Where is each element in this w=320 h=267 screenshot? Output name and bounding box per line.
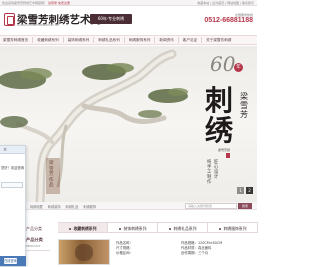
divider — [26, 250, 50, 251]
hotline-number: 0512-66881188 — [204, 17, 253, 24]
bullet-icon — [118, 228, 121, 230]
chat-input[interactable] — [1, 182, 23, 188]
site-header: 梁雪芳刺绣艺术网 LIANGXUEFANG EMBROIDERY ART 60年… — [0, 6, 257, 35]
search-button[interactable]: 搜索 — [238, 203, 252, 209]
nav-item-home[interactable]: 梁雪芳刺绣首页 — [0, 37, 34, 43]
banner-page-2[interactable]: 2 — [246, 187, 253, 194]
nav-item-news[interactable]: 新闻资讯 — [155, 37, 179, 43]
banner-title: 刺绣 — [204, 84, 233, 147]
hero-banner[interactable]: 60 年 刺绣 梁雪芳 梁雪芳题 匠心设计 纯手工制作 梁雪芳作品 1 2 — [0, 46, 257, 202]
bullet-icon — [218, 228, 221, 230]
welcome-message: 欢迎来到梁雪芳刺绣艺术网官网！ — [2, 1, 48, 5]
sidebar-title: 产品分类 — [26, 237, 43, 242]
product-info-col-2: 作品规格：120CM×80CM 作品材质：真丝面料 创作周期：三个月 — [181, 241, 222, 256]
main-nav: 梁雪芳刺绣首页 收藏刺绣系列 装饰刺绣系列 刺绣礼品系列 刺绣服饰系列 新闻资讯… — [0, 35, 257, 45]
chat-popup: × 您好！欢迎咨询 在线咨询 — [0, 145, 26, 267]
top-links[interactable]: 收藏本站 | 设为首页 | 网站地图 | 联系我们 — [197, 1, 254, 5]
login-link[interactable]: 请登录 — [48, 1, 57, 5]
bullet-icon — [168, 228, 171, 230]
banner-caption: 梁雪芳作品 — [49, 161, 54, 188]
welcome-text: 欢迎来到梁雪芳刺绣艺术网官网！ 请登录 免费注册 — [2, 1, 70, 5]
banner-60-number: 60 — [210, 52, 236, 76]
product-section: 产品分类 PRODUCT 作品名称： 尺寸规格： 价格区间： 作品规格：120C… — [26, 235, 257, 267]
tab-collection[interactable]: 收藏刺绣系列 — [58, 222, 108, 233]
product-info-col-1: 作品名称： 尺寸规格： 价格区间： — [116, 241, 133, 256]
chat-popup-footer: 在线咨询 — [0, 256, 26, 266]
product-info-line: 价格区间： — [116, 251, 133, 255]
category-bar: 产品分类 收藏刺绣系列 装饰刺绣系列 刺绣礼品系列 刺绣服饰系列 — [0, 222, 258, 233]
banner-vertical-text-2: 纯手工制作 — [207, 160, 212, 185]
banner-artist-name: 梁雪芳 — [240, 92, 248, 119]
nav-item-decoration[interactable]: 装饰刺绣系列 — [64, 37, 95, 43]
tab-gifts[interactable]: 刺绣礼品系列 — [158, 222, 208, 233]
tab-label: 刺绣服饰系列 — [223, 226, 247, 231]
banner-signature: 梁雪芳题 — [218, 148, 231, 152]
category-tabs: 收藏刺绣系列 装饰刺绣系列 刺绣礼品系列 刺绣服饰系列 — [58, 222, 258, 233]
product-info-line: 创作周期：三个月 — [181, 251, 209, 255]
product-thumbnail[interactable] — [58, 239, 110, 265]
tab-apparel[interactable]: 刺绣服饰系列 — [208, 222, 258, 233]
logo-seal-icon — [4, 13, 15, 26]
chat-popup-text: 您好！欢迎咨询 — [1, 166, 25, 170]
search-input[interactable]: 请输入关键词搜索 — [185, 203, 237, 209]
tab-label: 刺绣礼品系列 — [173, 226, 197, 231]
nav-item-gifts[interactable]: 刺绣礼品系列 — [94, 37, 125, 43]
nav-item-collection[interactable]: 收藏刺绣系列 — [33, 37, 64, 43]
banner-pager: 1 2 — [237, 187, 253, 194]
hotline-block: 全国服务热线 0512-66881188 — [204, 13, 253, 24]
sidebar-subtitle: PRODUCT — [26, 244, 41, 248]
chat-consult-button[interactable]: 在线咨询 — [4, 258, 17, 264]
category-label: 产品分类 — [26, 226, 42, 231]
nav-item-testimonials[interactable]: 客户见证 — [179, 37, 203, 43]
close-icon[interactable]: × — [3, 147, 7, 153]
header-slogan: 60年·专业刺绣 — [90, 14, 132, 24]
nav-item-apparel[interactable]: 刺绣服饰系列 — [125, 37, 156, 43]
nav-item-about[interactable]: 关于梁雪芳刺绣 — [202, 37, 235, 43]
tab-decoration[interactable]: 装饰刺绣系列 — [108, 222, 158, 233]
tab-label: 收藏刺绣系列 — [73, 226, 97, 231]
logo-subtext: LIANGXUEFANG EMBROIDERY ART — [17, 24, 60, 27]
secondary-bar: 刺绣收藏 刺绣装饰 刺绣礼品 刺绣服饰 请输入关键词搜索 搜索 — [0, 202, 257, 210]
bullet-icon — [68, 228, 71, 230]
site-logo[interactable]: 梁雪芳刺绣艺术网 LIANGXUEFANG EMBROIDERY ART — [3, 10, 101, 29]
banner-page-1[interactable]: 1 — [237, 187, 244, 194]
register-link[interactable]: 免费注册 — [58, 1, 70, 5]
tab-label: 装饰刺绣系列 — [123, 226, 147, 231]
banner-nian-badge: 年 — [234, 63, 243, 72]
red-seal-icon — [226, 153, 230, 158]
product-sidebar: 产品分类 PRODUCT — [26, 237, 50, 267]
quick-links[interactable]: 刺绣收藏 刺绣装饰 刺绣礼品 刺绣服饰 — [30, 204, 96, 209]
banner-vertical-text-1: 匠心设计 — [214, 160, 219, 180]
